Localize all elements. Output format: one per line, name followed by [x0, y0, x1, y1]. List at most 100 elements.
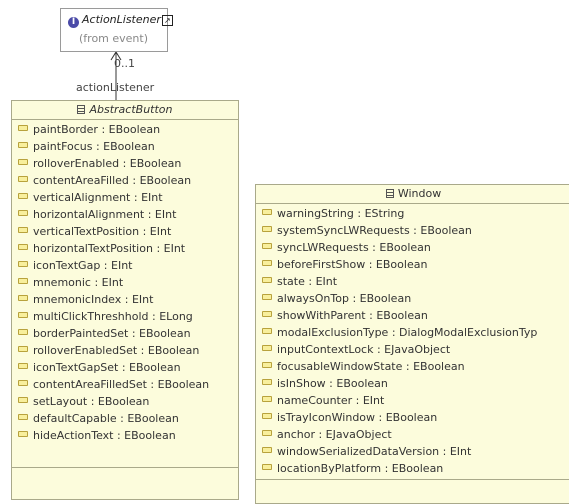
attribute-row[interactable]: isTrayIconWindow : EBoolean: [256, 409, 569, 426]
class-icon: [385, 189, 394, 198]
attribute-label: systemSyncLWRequests : EBoolean: [277, 224, 472, 237]
attribute-row[interactable]: state : EInt: [256, 273, 569, 290]
attribute-icon: [18, 414, 28, 420]
attribute-label: horizontalAlignment : EInt: [33, 208, 177, 221]
attribute-row[interactable]: rolloverEnabled : EBoolean: [12, 155, 238, 172]
attribute-row[interactable]: mnemonicIndex : EInt: [12, 291, 238, 308]
attribute-row[interactable]: iconTextGap : EInt: [12, 257, 238, 274]
attribute-label: paintBorder : EBoolean: [33, 123, 161, 136]
attribute-icon: [262, 260, 272, 266]
attribute-row[interactable]: alwaysOnTop : EBoolean: [256, 290, 569, 307]
interface-package: (from event): [79, 32, 149, 45]
attribute-label: mnemonic : EInt: [33, 276, 124, 289]
attribute-row[interactable]: nameCounter : EInt: [256, 392, 569, 409]
attribute-label: beforeFirstShow : EBoolean: [277, 258, 428, 271]
attribute-row[interactable]: hideActionText : EBoolean: [12, 427, 238, 444]
attribute-icon: [262, 328, 272, 334]
attribute-label: paintFocus : EBoolean: [33, 140, 155, 153]
attribute-label: nameCounter : EInt: [277, 394, 385, 407]
external-reference-icon: ↗: [161, 15, 173, 26]
attribute-row[interactable]: verticalAlignment : EInt: [12, 189, 238, 206]
attribute-icon: [262, 362, 272, 368]
attribute-row[interactable]: rolloverEnabledSet : EBoolean: [12, 342, 238, 359]
attribute-icon: [18, 227, 28, 233]
action-listener-interface[interactable]: I ActionListener ↗ (from event): [60, 8, 173, 52]
attribute-icon: [18, 329, 28, 335]
attribute-row[interactable]: windowSerializedDataVersion : EInt: [256, 443, 569, 460]
attribute-icon: [262, 430, 272, 436]
attribute-icon: [262, 226, 272, 232]
attribute-row[interactable]: contentAreaFilledSet : EBoolean: [12, 376, 238, 393]
attribute-label: verticalAlignment : EInt: [33, 191, 163, 204]
attribute-icon: [18, 295, 28, 301]
attribute-label: locationByPlatform : EBoolean: [277, 462, 444, 475]
attribute-label: rolloverEnabledSet : EBoolean: [33, 344, 200, 357]
attribute-row[interactable]: horizontalAlignment : EInt: [12, 206, 238, 223]
attribute-label: windowSerializedDataVersion : EInt: [277, 445, 472, 458]
attribute-label: modalExclusionType : DialogModalExclusio…: [277, 326, 538, 339]
attribute-row[interactable]: defaultCapable : EBoolean: [12, 410, 238, 427]
attribute-row[interactable]: systemSyncLWRequests : EBoolean: [256, 222, 569, 239]
attribute-row[interactable]: paintFocus : EBoolean: [12, 138, 238, 155]
abstract-button-name: AbstractButton: [89, 103, 173, 116]
operations-compartment-divider: [12, 467, 238, 468]
abstract-button-attributes: paintBorder : EBoolean paintFocus : EBool…: [12, 120, 238, 444]
attribute-label: verticalTextPosition : EInt: [33, 225, 172, 238]
window-class[interactable]: Window warningString : EString systemSync…: [255, 184, 569, 504]
attribute-icon: [18, 312, 28, 318]
attribute-label: horizontalTextPosition : EInt: [33, 242, 186, 255]
attribute-icon: [262, 464, 272, 470]
attribute-label: isInShow : EBoolean: [277, 377, 388, 390]
abstract-button-class[interactable]: AbstractButton paintBorder : EBoolean pai…: [11, 100, 239, 500]
window-name: Window: [397, 187, 442, 200]
attribute-row[interactable]: anchor : EJavaObject: [256, 426, 569, 443]
attribute-label: setLayout : EBoolean: [33, 395, 150, 408]
attribute-label: multiClickThreshhold : ELong: [33, 310, 193, 323]
attribute-row[interactable]: setLayout : EBoolean: [12, 393, 238, 410]
abstract-button-header: AbstractButton: [12, 101, 238, 120]
attribute-icon: [262, 396, 272, 402]
attribute-icon: [18, 278, 28, 284]
operations-compartment-divider: [256, 479, 569, 480]
attribute-row[interactable]: paintBorder : EBoolean: [12, 121, 238, 138]
attribute-row[interactable]: iconTextGapSet : EBoolean: [12, 359, 238, 376]
attribute-icon: [262, 447, 272, 453]
attribute-label: focusableWindowState : EBoolean: [277, 360, 465, 373]
interface-title: I ActionListener ↗: [68, 13, 173, 28]
attribute-label: state : EInt: [277, 275, 338, 288]
attribute-row[interactable]: mnemonic : EInt: [12, 274, 238, 291]
attribute-icon: [18, 261, 28, 267]
attribute-row[interactable]: modalExclusionType : DialogModalExclusio…: [256, 324, 569, 341]
attribute-row[interactable]: multiClickThreshhold : ELong: [12, 308, 238, 325]
attribute-row[interactable]: focusableWindowState : EBoolean: [256, 358, 569, 375]
attribute-icon: [18, 210, 28, 216]
attribute-row[interactable]: syncLWRequests : EBoolean: [256, 239, 569, 256]
attribute-icon: [262, 277, 272, 283]
attribute-row[interactable]: verticalTextPosition : EInt: [12, 223, 238, 240]
attribute-icon: [18, 397, 28, 403]
attribute-icon: [18, 363, 28, 369]
attribute-icon: [262, 294, 272, 300]
attribute-row[interactable]: borderPaintedSet : EBoolean: [12, 325, 238, 342]
attribute-row[interactable]: contentAreaFilled : EBoolean: [12, 172, 238, 189]
class-icon: [77, 105, 86, 114]
window-attributes: warningString : EString systemSyncLWReque…: [256, 204, 569, 477]
attribute-row[interactable]: locationByPlatform : EBoolean: [256, 460, 569, 477]
attribute-icon: [18, 244, 28, 250]
attribute-row[interactable]: showWithParent : EBoolean: [256, 307, 569, 324]
attribute-label: defaultCapable : EBoolean: [33, 412, 179, 425]
window-header: Window: [256, 185, 569, 204]
attribute-row[interactable]: warningString : EString: [256, 205, 569, 222]
attribute-icon: [262, 379, 272, 385]
attribute-icon: [262, 413, 272, 419]
attribute-row[interactable]: horizontalTextPosition : EInt: [12, 240, 238, 257]
attribute-row[interactable]: inputContextLock : EJavaObject: [256, 341, 569, 358]
attribute-label: rolloverEnabled : EBoolean: [33, 157, 182, 170]
attribute-label: isTrayIconWindow : EBoolean: [277, 411, 438, 424]
attribute-label: inputContextLock : EJavaObject: [277, 343, 451, 356]
attribute-row[interactable]: beforeFirstShow : EBoolean: [256, 256, 569, 273]
attribute-icon: [262, 345, 272, 351]
attribute-label: contentAreaFilledSet : EBoolean: [33, 378, 210, 391]
association-multiplicity: 0..1: [114, 57, 135, 70]
attribute-row[interactable]: isInShow : EBoolean: [256, 375, 569, 392]
